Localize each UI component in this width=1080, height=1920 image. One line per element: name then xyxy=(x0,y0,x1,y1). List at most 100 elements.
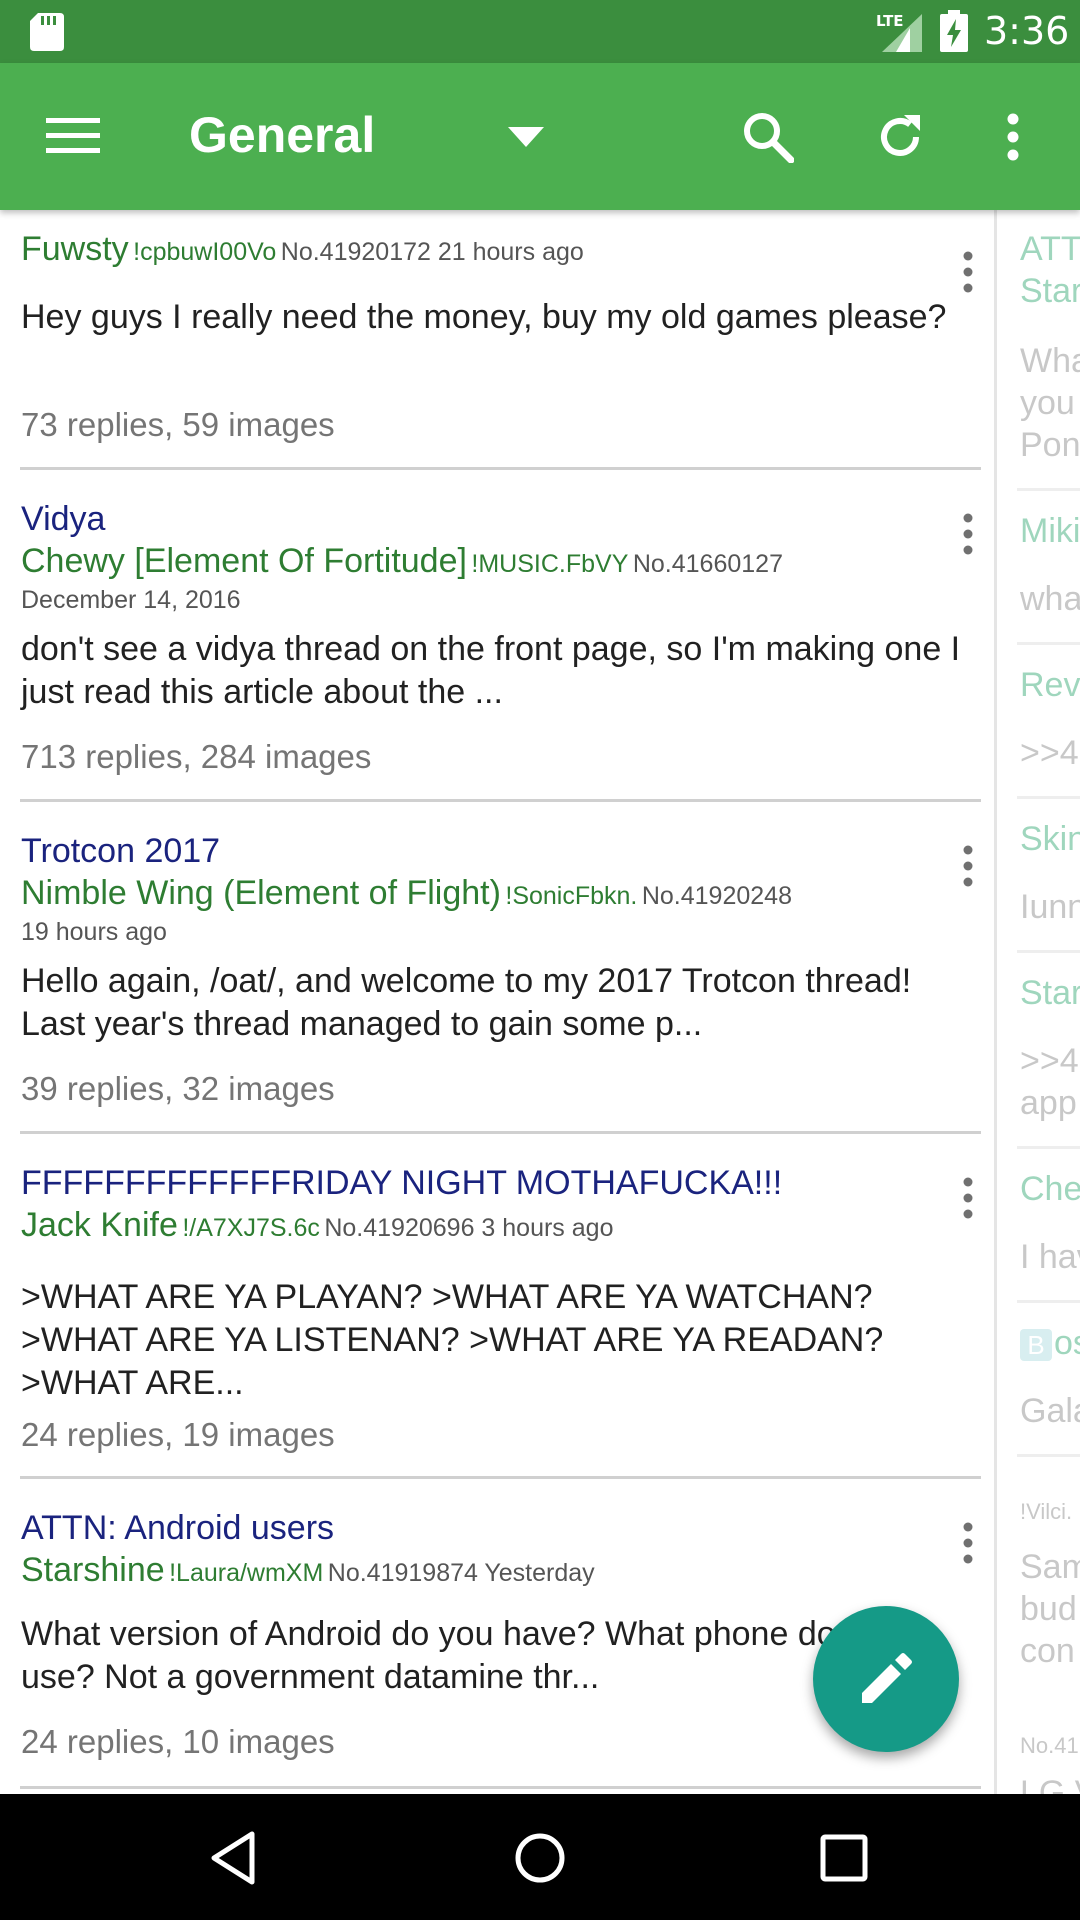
more-vert-icon[interactable] xyxy=(950,836,986,896)
side-text: Wha xyxy=(1020,342,1080,380)
side-text: you xyxy=(1020,384,1075,422)
side-divider xyxy=(1017,1300,1080,1303)
divider xyxy=(20,799,981,802)
navigation-bar xyxy=(0,1794,1080,1920)
more-vert-icon[interactable] xyxy=(950,1168,986,1228)
board-title[interactable]: General xyxy=(189,105,375,165)
nav-recents-icon[interactable] xyxy=(816,1830,872,1886)
thread-meta: No.41919874 Yesterday xyxy=(327,1559,595,1587)
thread-author: Fuwsty xyxy=(21,230,129,268)
divider xyxy=(20,1476,981,1479)
side-text: Iunn xyxy=(1020,888,1080,926)
thread-header: Starshine !Laura/wmXM No.41919874 Yester… xyxy=(21,1551,595,1590)
side-text: app xyxy=(1020,1084,1077,1122)
thread-tripcode: !MUSIC.FbVY xyxy=(471,550,629,578)
thread-date: 19 hours ago xyxy=(21,918,167,946)
thread-item[interactable]: FFFFFFFFFFFFFRIDAY NIGHT MOTHAFUCKA!!! J… xyxy=(0,1136,994,1481)
thread-subject: FFFFFFFFFFFFFRIDAY NIGHT MOTHAFUCKA!!! xyxy=(21,1164,783,1202)
side-text: con xyxy=(1020,1632,1075,1670)
nav-back-icon[interactable] xyxy=(206,1830,262,1886)
more-vert-icon[interactable] xyxy=(950,1513,986,1573)
thread-tripcode: !cpbuwI00Vo xyxy=(133,238,277,266)
side-divider xyxy=(1017,642,1080,645)
side-text: Reve xyxy=(1020,666,1080,704)
status-bar: LTE 3:36 xyxy=(0,0,1080,63)
app-bar: General xyxy=(0,63,1080,210)
edit-icon xyxy=(862,1653,912,1703)
thread-tripcode: !Laura/wmXM xyxy=(169,1559,324,1587)
thread-author: Nimble Wing (Element of Flight) xyxy=(21,874,501,912)
thread-item[interactable]: Trotcon 2017 Nimble Wing (Element of Fli… xyxy=(0,804,994,1136)
lte-signal-icon: LTE xyxy=(876,12,922,52)
side-divider xyxy=(1017,950,1080,953)
side-thread-panel[interactable]: ATT Star Wha you Pon Miki wha Reve >>41 … xyxy=(994,210,1080,1794)
side-text: No.41 xyxy=(1020,1733,1079,1758)
thread-stats: 24 replies, 19 images xyxy=(21,1416,335,1453)
side-text: Sam xyxy=(1020,1548,1080,1586)
thread-tripcode: !/A7XJ7S.6c xyxy=(182,1214,320,1242)
thread-author: Starshine xyxy=(21,1551,165,1589)
thread-subject: Vidya xyxy=(21,500,106,538)
dropdown-arrow-icon[interactable] xyxy=(508,127,544,147)
divider xyxy=(20,1131,981,1134)
search-icon[interactable] xyxy=(742,111,794,163)
thread-body: don't see a vidya thread on the front pa… xyxy=(21,630,961,711)
side-text: Star xyxy=(1020,974,1080,1012)
side-text: LG V xyxy=(1020,1774,1080,1794)
status-time: 3:36 xyxy=(984,9,1070,53)
side-text: Skin xyxy=(1020,820,1080,858)
thread-header: Jack Knife !/A7XJ7S.6c No.41920696 3 hou… xyxy=(21,1206,613,1245)
thread-item[interactable]: Fuwsty !cpbuwI00Vo No.41920172 21 hours … xyxy=(0,210,994,472)
thread-stats: 73 replies, 59 images xyxy=(21,406,335,443)
side-divider xyxy=(1017,488,1080,491)
side-text: >>41 xyxy=(1020,734,1080,772)
thread-stats: 713 replies, 284 images xyxy=(21,738,372,775)
side-text: bud xyxy=(1020,1590,1077,1628)
side-badge: B xyxy=(1020,1329,1052,1361)
thread-header: Fuwsty !cpbuwI00Vo No.41920172 21 hours … xyxy=(21,230,584,269)
thread-author: Chewy [Element Of Fortitude] xyxy=(21,542,467,580)
side-text: Miki xyxy=(1020,512,1080,550)
more-vert-icon[interactable] xyxy=(950,504,986,564)
thread-stats: 24 replies, 10 images xyxy=(21,1723,335,1760)
side-divider xyxy=(1017,796,1080,799)
nav-home-icon[interactable] xyxy=(512,1830,568,1886)
lte-label: LTE xyxy=(876,12,904,30)
side-text: os xyxy=(1054,1324,1080,1362)
thread-body: Hello again, /oat/, and welcome to my 20… xyxy=(21,962,912,1043)
side-text: !Vilci. xyxy=(1020,1499,1073,1524)
side-text: Bos xyxy=(1020,1322,1080,1365)
side-divider xyxy=(1017,1146,1080,1149)
thread-subject: ATTN: Android users xyxy=(21,1509,335,1547)
overflow-menu-icon[interactable] xyxy=(994,113,1032,161)
thread-meta: No.41660127 xyxy=(632,550,783,578)
side-divider xyxy=(1017,1454,1080,1457)
side-text: Che xyxy=(1020,1170,1080,1208)
side-text: wha xyxy=(1020,580,1080,618)
menu-icon[interactable] xyxy=(46,118,100,154)
side-text: I hav xyxy=(1020,1238,1080,1276)
thread-meta: No.41920248 xyxy=(641,882,792,910)
thread-list: Fuwsty !cpbuwI00Vo No.41920172 21 hours … xyxy=(0,210,994,1794)
thread-stats: 39 replies, 32 images xyxy=(21,1070,335,1107)
thread-item[interactable]: Vidya Chewy [Element Of Fortitude] !MUSI… xyxy=(0,472,994,804)
side-text: Gala xyxy=(1020,1392,1080,1430)
thread-meta: No.41920172 21 hours ago xyxy=(280,238,584,266)
new-thread-button[interactable] xyxy=(813,1606,959,1752)
divider xyxy=(20,1786,981,1789)
more-vert-icon[interactable] xyxy=(950,242,986,302)
thread-body: >WHAT ARE YA PLAYAN? >WHAT ARE YA WATCHA… xyxy=(21,1278,884,1402)
thread-tripcode: !SonicFbkn. xyxy=(505,882,638,910)
thread-subject: Trotcon 2017 xyxy=(21,832,221,870)
thread-header: Chewy [Element Of Fortitude] !MUSIC.FbVY… xyxy=(21,542,783,581)
thread-body: Hey guys I really need the money, buy my… xyxy=(21,298,947,336)
side-text: ATT xyxy=(1020,230,1080,268)
sd-card-icon xyxy=(30,13,64,51)
thread-date: December 14, 2016 xyxy=(21,586,241,614)
divider xyxy=(20,467,981,470)
battery-charging-icon xyxy=(940,10,968,52)
side-text: Star xyxy=(1020,272,1080,310)
side-text: Pon xyxy=(1020,426,1080,464)
thread-author: Jack Knife xyxy=(21,1206,178,1244)
refresh-icon[interactable] xyxy=(874,111,926,163)
